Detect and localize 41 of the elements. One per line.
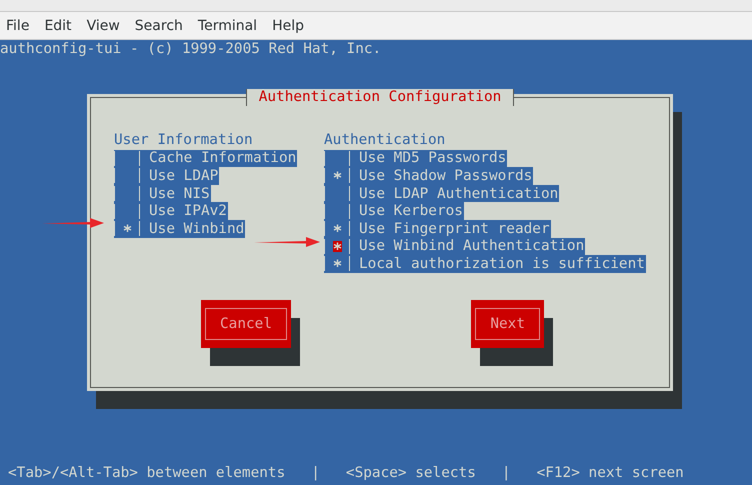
checkbox[interactable] xyxy=(324,168,350,184)
checkbox[interactable] xyxy=(114,150,140,166)
section-heading: User Information xyxy=(114,132,253,150)
checkbox[interactable] xyxy=(114,221,140,236)
dialog-title: Authentication Configuration xyxy=(246,89,514,106)
checkbox-option[interactable]: Cache Information xyxy=(114,150,298,168)
separator-text: | xyxy=(311,465,320,482)
dialog-button[interactable]: Cancel xyxy=(201,300,291,348)
checkbox[interactable] xyxy=(114,186,140,202)
checkbox[interactable] xyxy=(324,150,350,166)
menu-item[interactable]: Terminal xyxy=(198,18,264,34)
checkbox-option[interactable]: Use NIS xyxy=(114,184,211,202)
key-hint: <F12> next screen xyxy=(536,465,684,482)
checkbox-option[interactable]: Use Shadow Passwords xyxy=(324,167,534,185)
checkbox-option[interactable]: Use Winbind Authentication xyxy=(324,238,586,256)
checkbox-option[interactable]: Use MD5 Passwords xyxy=(324,150,508,168)
terminal-header: authconfig-tui - (c) 1999-2005 Red Hat, Inc. xyxy=(0,40,382,58)
checkbox[interactable] xyxy=(324,186,350,202)
separator-text: | xyxy=(502,465,511,482)
menu-item[interactable]: Search xyxy=(134,18,190,34)
checkbox-option[interactable]: Use LDAP xyxy=(114,167,220,185)
section-heading: Authentication xyxy=(324,132,446,150)
checkbox[interactable] xyxy=(324,221,350,236)
checkbox-option[interactable]: Use IPAv2 xyxy=(114,202,228,220)
checkbox[interactable] xyxy=(324,256,350,272)
key-hint: <Tab>/<Alt-Tab> between elements xyxy=(8,465,286,482)
checkbox[interactable] xyxy=(324,238,350,254)
menu-item[interactable]: File xyxy=(6,18,36,34)
checkbox[interactable] xyxy=(114,168,140,184)
checkbox[interactable] xyxy=(324,204,350,219)
checkbox-option[interactable]: Use Winbind xyxy=(114,220,246,238)
menu-item[interactable]: Help xyxy=(272,18,311,34)
dialog-button[interactable]: Next xyxy=(471,300,544,348)
checkbox-option[interactable]: Use Fingerprint reader xyxy=(324,220,551,238)
menu-item[interactable]: View xyxy=(86,18,127,34)
checkbox-option[interactable]: Use Kerberos xyxy=(324,202,464,220)
checkbox[interactable] xyxy=(114,204,140,219)
menu-item[interactable]: Edit xyxy=(44,18,79,34)
checkbox-option[interactable]: Local authorization is sufficient xyxy=(324,255,646,273)
checkbox-option[interactable]: Use LDAP Authentication xyxy=(324,184,560,202)
key-hint: <Space> selects xyxy=(346,465,476,482)
